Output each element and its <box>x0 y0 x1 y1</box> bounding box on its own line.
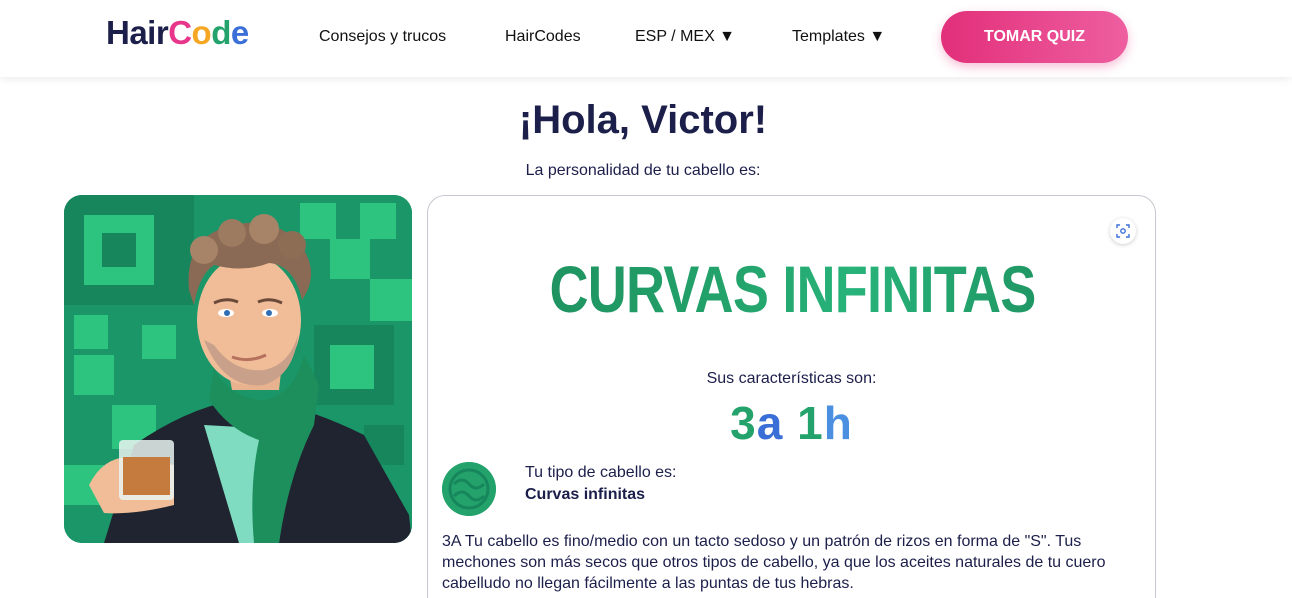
take-quiz-button[interactable]: TOMAR QUIZ <box>941 11 1128 63</box>
hair-type-label: Tu tipo de cabello es: <box>525 464 677 481</box>
nav-link-consejos[interactable]: Consejos y trucos <box>319 28 446 46</box>
characteristics-label: Sus características son: <box>706 370 877 387</box>
screenshot-button[interactable] <box>1110 218 1136 244</box>
screenshot-icon <box>1116 224 1130 238</box>
curly-hair-icon <box>442 462 496 516</box>
top-navbar: HairCode Consejos y trucos HairCodes ESP… <box>0 0 1292 77</box>
hair-result-card: CURVAS INFINITAS Sus características son… <box>427 195 1156 598</box>
avatar-illustration-icon <box>64 195 412 543</box>
hair-type-description: 3A Tu cabello es fino/medio con un tacto… <box>442 533 1106 592</box>
hair-type-value: Curvas infinitas <box>525 486 646 503</box>
hair-code: 3a 1h <box>730 397 853 449</box>
nav-dropdown-language[interactable]: ESP / MEX ▼ <box>635 28 735 46</box>
persona-title: CURVAS INFINITAS <box>494 251 1092 327</box>
personality-subtitle: La personalidad de tu cabello es: <box>525 162 761 179</box>
nav-link-haircodes[interactable]: HairCodes <box>505 28 581 46</box>
nav-dropdown-templates[interactable]: Templates ▼ <box>792 28 885 46</box>
haircode-logo[interactable]: HairCode <box>106 14 249 52</box>
avatar-illustration <box>64 195 412 543</box>
page-greeting: ¡Hola, Victor! <box>518 98 768 142</box>
